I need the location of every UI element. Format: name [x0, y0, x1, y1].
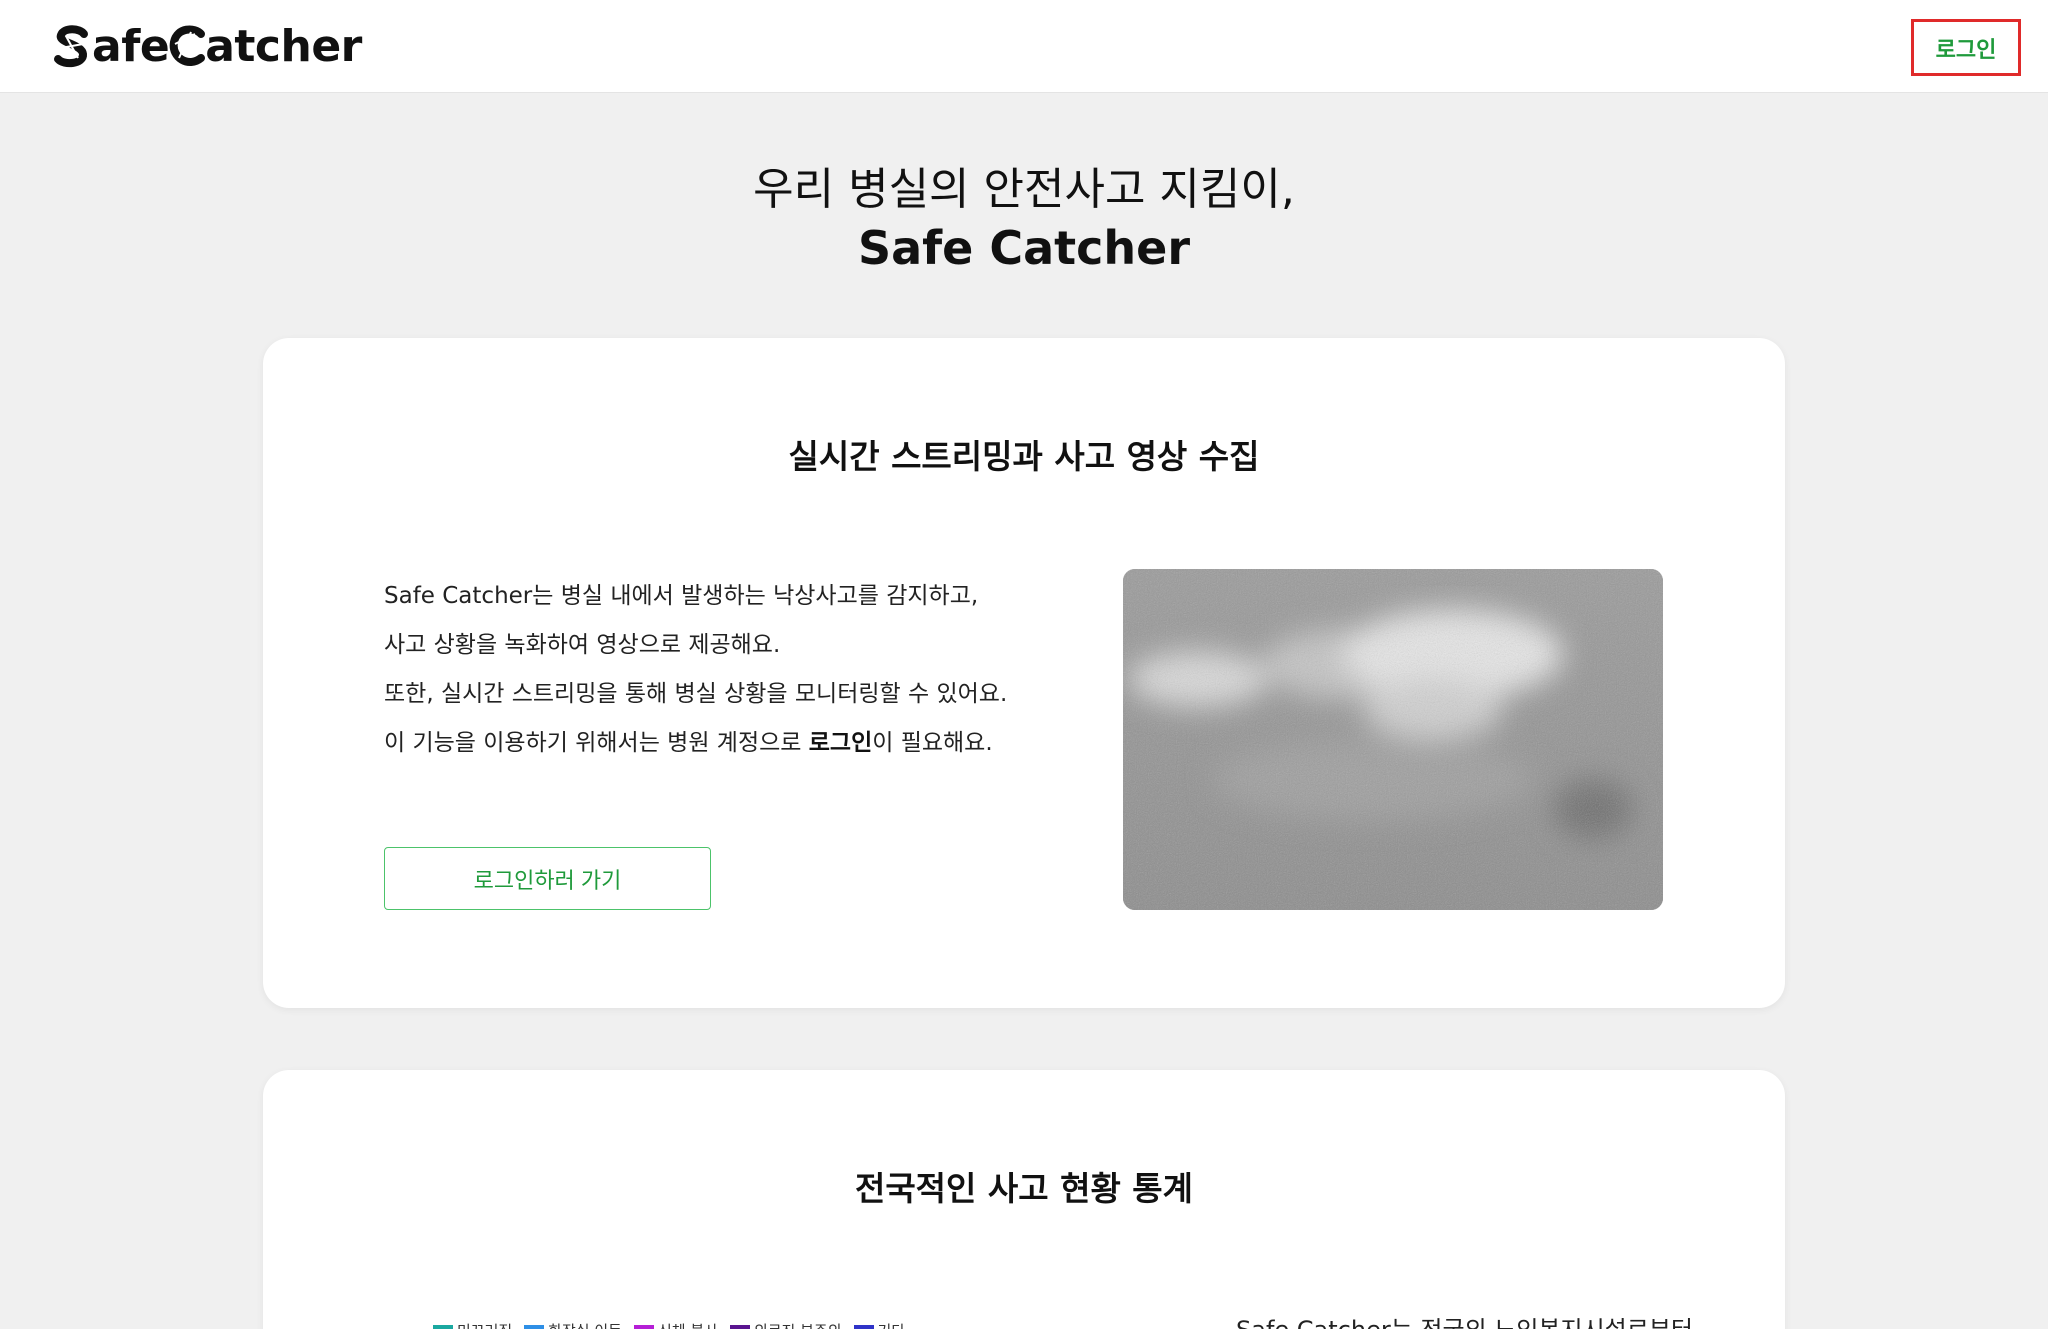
- hero-tagline: 우리 병실의 안전사고 지킴이,: [753, 164, 1295, 215]
- description-line: 또한, 실시간 스트리밍을 통해 병실 상황을 모니터링할 수 있어요.: [384, 681, 1008, 707]
- legend-swatch: [729, 1324, 750, 1329]
- video-frame-image: [1123, 569, 1663, 910]
- legend-label: 기타: [878, 1320, 906, 1329]
- legend-item: 신체 불사: [633, 1320, 718, 1329]
- logo-s-icon: [54, 25, 88, 68]
- description-text: 이 필요해요.: [872, 730, 993, 756]
- description-line: Safe Catcher는 병실 내에서 발생하는 낙상사고를 감지하고,: [384, 583, 979, 609]
- legend-label: 화장실 이동: [548, 1320, 622, 1329]
- legend-label: 미끄러짐: [457, 1320, 512, 1329]
- statistics-card: 전국적인 사고 현황 통계 미끄러짐 화장실 이동 신체 불사 의료진 부주의 …: [263, 1070, 1785, 1329]
- hero-section: 우리 병실의 안전사고 지킴이, Safe Catcher: [0, 160, 2048, 278]
- logo-text-part2: atcher: [205, 20, 362, 72]
- hero-title: Safe Catcher: [857, 221, 1191, 275]
- legend-swatch: [853, 1324, 874, 1329]
- legend-swatch: [524, 1324, 545, 1329]
- chart-legend: 미끄러짐 화장실 이동 신체 불사 의료진 부주의 기타: [433, 1320, 905, 1329]
- login-button[interactable]: 로그인: [1911, 19, 2021, 76]
- description-line: 이 기능을 이용하기 위해서는 병원 계정으로 로그인이 필요해요.: [384, 719, 1024, 768]
- legend-label: 의료진 부주의: [754, 1320, 842, 1329]
- stats-description: Safe Catcher는 전국의 노인복지시설로부터: [1236, 1310, 1693, 1329]
- go-to-login-button[interactable]: 로그인하러 가기: [384, 847, 711, 910]
- legend-item: 의료진 부주의: [729, 1320, 842, 1329]
- description-text: 이 기능을 이용하기 위해서는 병원 계정으로: [384, 730, 809, 756]
- feature-card-title: 실시간 스트리밍과 사고 영상 수집: [788, 437, 1260, 476]
- legend-swatch: [633, 1324, 654, 1329]
- logo[interactable]: afe atcher: [52, 18, 362, 74]
- description-line: 사고 상황을 녹화하여 영상으로 제공해요.: [384, 632, 781, 658]
- legend-label: 신체 불사: [658, 1320, 718, 1329]
- logo-c-icon: [169, 25, 206, 66]
- stats-card-title: 전국적인 사고 현황 통계: [854, 1169, 1194, 1208]
- description-bold-login: 로그인: [808, 730, 873, 756]
- legend-item: 미끄러짐: [433, 1320, 512, 1329]
- feature-description: Safe Catcher는 병실 내에서 발생하는 낙상사고를 감지하고, 사고…: [384, 572, 1024, 768]
- logo-text-part1: afe: [92, 20, 170, 72]
- legend-item: 기타: [853, 1320, 906, 1329]
- video-preview[interactable]: [1123, 569, 1663, 910]
- top-header: afe atcher 로그인: [0, 0, 2048, 93]
- legend-item: 화장실 이동: [524, 1320, 622, 1329]
- streaming-feature-card: 실시간 스트리밍과 사고 영상 수집 Safe Catcher는 병실 내에서 …: [263, 338, 1785, 1008]
- legend-swatch: [433, 1324, 453, 1329]
